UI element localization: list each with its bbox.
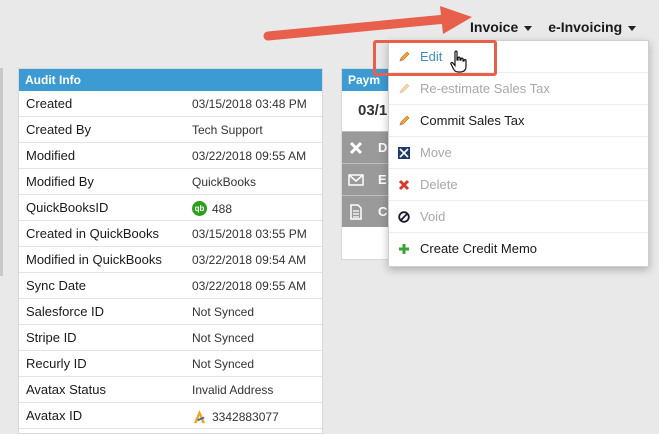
quickbooks-icon: qb bbox=[192, 201, 207, 216]
menu-item-delete[interactable]: Delete bbox=[389, 169, 648, 201]
audit-info-panel: Audit Info Created 03/15/2018 03:48 PM C… bbox=[18, 68, 323, 434]
audit-value-text: Tech Support bbox=[192, 123, 263, 137]
audit-row-quickbooks-id: QuickBooksID qb 488 bbox=[19, 195, 322, 221]
audit-row-created-in-quickbooks: Created in QuickBooks 03/15/2018 03:55 P… bbox=[19, 221, 322, 247]
move-icon bbox=[398, 147, 410, 159]
menu-item-void[interactable]: Void bbox=[389, 201, 648, 233]
audit-value: 03/15/2018 03:55 PM bbox=[192, 227, 307, 241]
audit-value: 03/22/2018 09:55 AM bbox=[192, 149, 306, 163]
audit-label: Modified in QuickBooks bbox=[26, 252, 162, 267]
document-icon bbox=[350, 204, 362, 220]
audit-value: 03/22/2018 09:55 AM bbox=[192, 279, 306, 293]
audit-label: Avatax ID bbox=[26, 408, 83, 423]
caret-down-icon bbox=[524, 25, 533, 31]
audit-value: Invalid Address bbox=[192, 383, 273, 397]
e-invoicing-menu-button[interactable]: e-Invoicing bbox=[548, 19, 637, 35]
menu-item-label: Move bbox=[420, 145, 452, 160]
audit-value-text: 03/22/2018 09:54 AM bbox=[192, 253, 307, 267]
audit-row-avatax-status: Avatax Status Invalid Address bbox=[19, 377, 322, 403]
audit-value: Tech Support bbox=[192, 123, 263, 137]
audit-value: Not Synced bbox=[192, 331, 254, 345]
annotation-arrow-icon bbox=[263, 6, 472, 41]
menu-item-label: Void bbox=[420, 209, 446, 224]
audit-label: Avatax Status bbox=[26, 382, 106, 397]
menu-item-commit-sales-tax[interactable]: Commit Sales Tax bbox=[389, 105, 648, 137]
payment-action-label: C bbox=[378, 204, 388, 219]
menu-item-label: Delete bbox=[420, 177, 458, 192]
audit-value-text: Not Synced bbox=[192, 331, 255, 345]
audit-value: Not Synced bbox=[192, 357, 254, 371]
menu-item-move[interactable]: Move bbox=[389, 137, 648, 169]
audit-row-created-by: Created By Tech Support bbox=[19, 117, 322, 143]
audit-label: Salesforce ID bbox=[26, 304, 105, 319]
invoice-menu-button[interactable]: Invoice bbox=[470, 19, 533, 35]
audit-value: qb 488 bbox=[192, 201, 232, 216]
close-icon bbox=[349, 141, 363, 155]
audit-label: Modified By bbox=[26, 174, 94, 189]
audit-row-salesforce-id: Salesforce ID Not Synced bbox=[19, 299, 322, 325]
menu-item-label: Re-estimate Sales Tax bbox=[420, 81, 550, 96]
audit-value-text: 03/15/2018 03:48 PM bbox=[192, 97, 307, 111]
payment-action-label: D bbox=[378, 140, 388, 155]
audit-value-text: 03/22/2018 09:55 AM bbox=[192, 279, 307, 293]
pencil-icon bbox=[399, 115, 410, 126]
audit-label: Recurly ID bbox=[26, 356, 87, 371]
hand-cursor-icon bbox=[450, 50, 467, 73]
audit-row-modified-by: Modified By QuickBooks bbox=[19, 169, 322, 195]
avatax-icon bbox=[193, 409, 206, 424]
audit-row-sync-date: Sync Date 03/22/2018 09:55 AM bbox=[19, 273, 322, 299]
audit-value-text: 03/22/2018 09:55 AM bbox=[192, 149, 307, 163]
audit-value: QuickBooks bbox=[192, 175, 256, 189]
audit-row-created: Created 03/15/2018 03:48 PM bbox=[19, 91, 322, 117]
e-invoicing-menu-label: e-Invoicing bbox=[548, 19, 623, 35]
plus-icon bbox=[399, 244, 409, 254]
audit-value: 03/15/2018 03:48 PM bbox=[192, 97, 307, 111]
audit-label: QuickBooksID bbox=[26, 200, 109, 215]
audit-value-text: Not Synced bbox=[192, 305, 255, 319]
void-icon bbox=[398, 211, 410, 223]
audit-row-stripe-id: Stripe ID Not Synced bbox=[19, 325, 322, 351]
audit-value-text: Invalid Address bbox=[192, 383, 274, 397]
top-nav: Invoice e-Invoicing bbox=[470, 14, 652, 40]
audit-value-text: Not Synced bbox=[192, 357, 255, 371]
audit-label: Created bbox=[26, 96, 73, 111]
audit-row-recurly-id: Recurly ID Not Synced bbox=[19, 351, 322, 377]
audit-value-text: 488 bbox=[212, 201, 233, 216]
audit-value: 3342883077 bbox=[192, 409, 279, 424]
audit-row-modified-in-quickbooks: Modified in QuickBooks 03/22/2018 09:54 … bbox=[19, 247, 322, 273]
audit-value-text: QuickBooks bbox=[192, 175, 257, 189]
menu-item-create-credit-memo[interactable]: Create Credit Memo bbox=[389, 233, 648, 265]
audit-label: Sync Date bbox=[26, 278, 86, 293]
audit-label: Modified bbox=[26, 148, 76, 163]
caret-down-icon bbox=[628, 25, 637, 31]
pencil-icon bbox=[399, 83, 410, 94]
audit-row-avatax-id: Avatax ID 3342883077 bbox=[19, 403, 322, 429]
audit-value: Not Synced bbox=[192, 305, 254, 319]
menu-item-label: Create Credit Memo bbox=[420, 241, 538, 256]
audit-info-header: Audit Info bbox=[19, 69, 322, 91]
audit-label: Created in QuickBooks bbox=[26, 226, 159, 241]
audit-label: Created By bbox=[26, 122, 92, 137]
menu-item-label: Commit Sales Tax bbox=[420, 113, 525, 128]
audit-label: Stripe ID bbox=[26, 330, 77, 345]
payment-action-label: E bbox=[378, 172, 387, 187]
menu-item-re-estimate-sales-tax[interactable]: Re-estimate Sales Tax bbox=[389, 73, 648, 105]
left-panel-edge bbox=[0, 68, 3, 276]
audit-value: 03/22/2018 09:54 AM bbox=[192, 253, 306, 267]
audit-row-modified: Modified 03/22/2018 09:55 AM bbox=[19, 143, 322, 169]
delete-icon bbox=[398, 179, 410, 191]
audit-value-text: 3342883077 bbox=[212, 409, 279, 424]
audit-value-text: 03/15/2018 03:55 PM bbox=[192, 227, 307, 241]
envelope-icon bbox=[348, 174, 364, 186]
invoice-menu-label: Invoice bbox=[470, 19, 519, 35]
